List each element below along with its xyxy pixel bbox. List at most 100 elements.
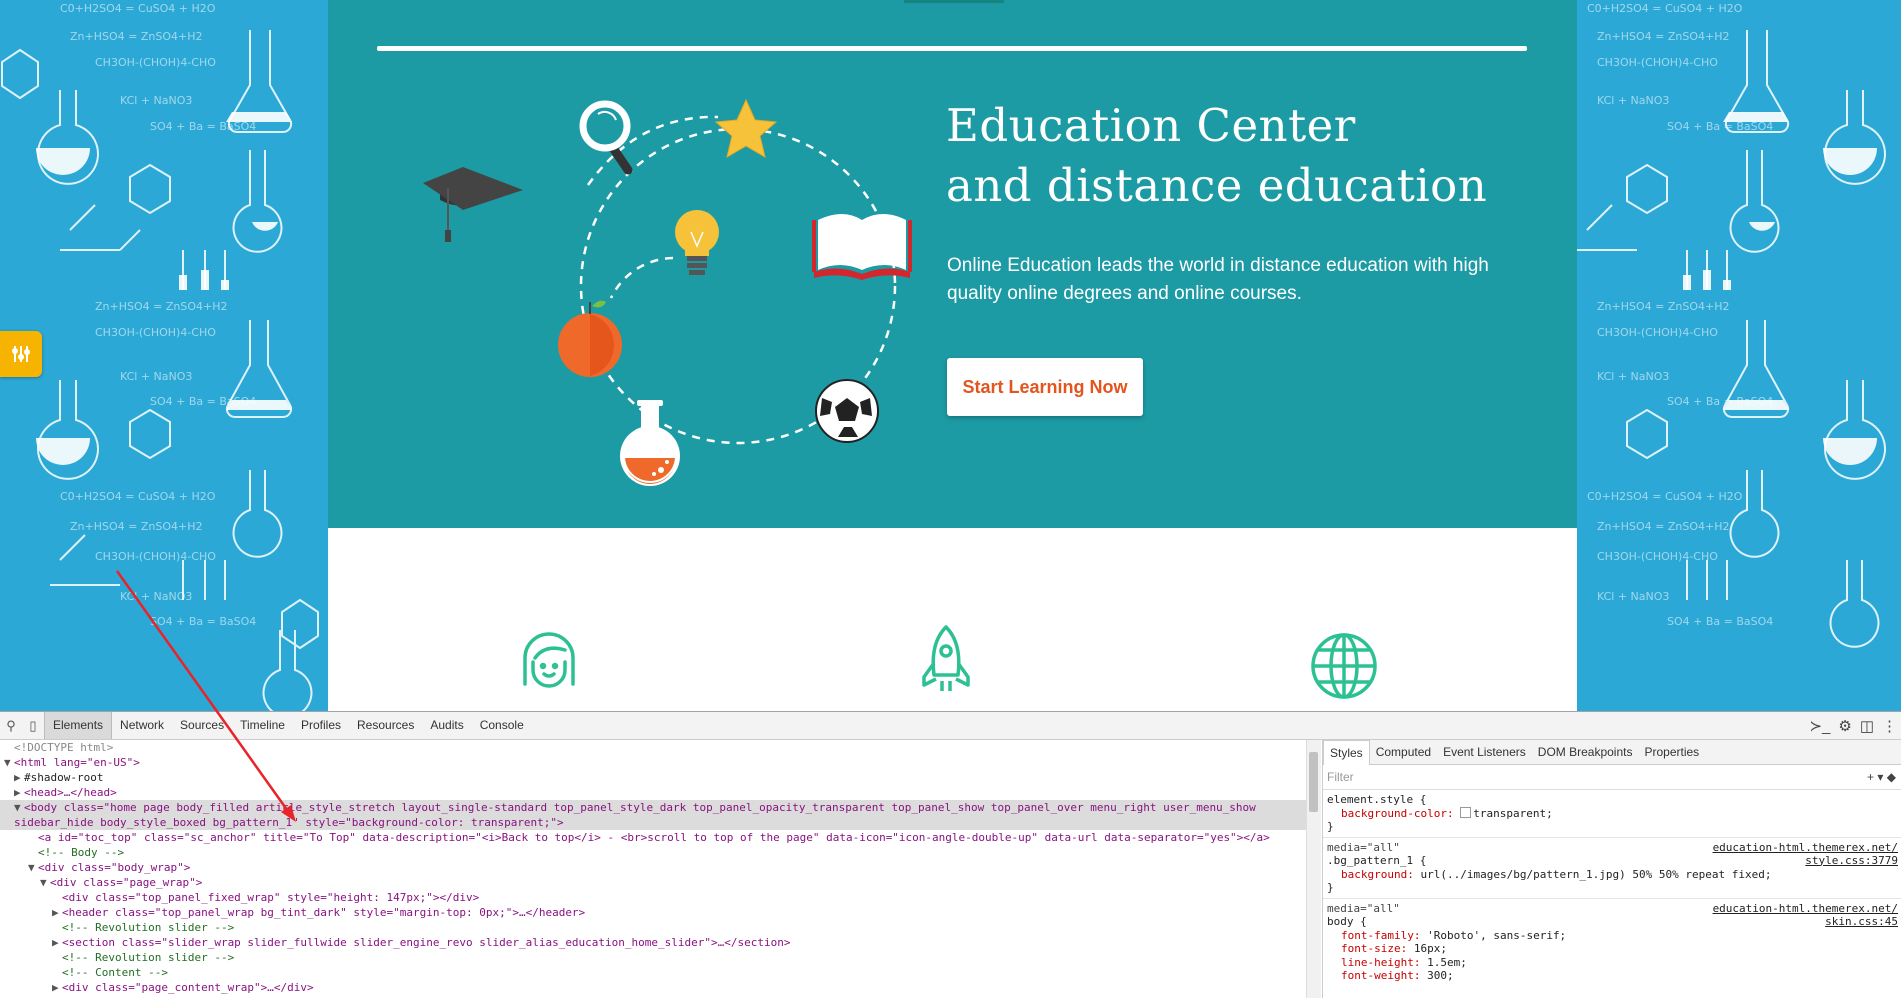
styles-filter-input[interactable]: Filter + ▾ ◆	[1323, 765, 1901, 790]
tab-sources[interactable]: Sources	[172, 712, 232, 739]
rule-source-link[interactable]: education-html.themerex.net/	[1713, 841, 1898, 855]
tab-console[interactable]: Console	[472, 712, 532, 739]
collapse-triangle-icon[interactable]: ▶	[52, 905, 62, 920]
svg-text:CH3OH-(CHOH)4-CHO: CH3OH-(CHOH)4-CHO	[1597, 550, 1718, 563]
tab-properties[interactable]: Properties	[1638, 740, 1705, 764]
tab-audits[interactable]: Audits	[422, 712, 471, 739]
background-pattern-left: C0+H2SO4 = CuSO4 + H2O Zn+HSO4 = ZnSO4+H…	[0, 0, 328, 711]
toggle-element-state-icon[interactable]: ◆	[1887, 770, 1896, 784]
svg-text:Zn+HSO4 = ZnSO4+H2: Zn+HSO4 = ZnSO4+H2	[1597, 300, 1729, 313]
girl-face-icon	[523, 632, 575, 688]
start-learning-button[interactable]: Start Learning Now	[947, 358, 1143, 416]
expand-triangle-icon[interactable]: ▼	[14, 800, 24, 815]
devtools-panel: ⚲ ▯ Elements Network Sources Timeline Pr…	[0, 711, 1901, 998]
console-drawer-icon[interactable]: ≻_	[1809, 717, 1830, 735]
svg-text:KCl + NaNO3: KCl + NaNO3	[1597, 370, 1669, 383]
tab-timeline[interactable]: Timeline	[232, 712, 293, 739]
new-rule-icon[interactable]: +	[1867, 770, 1874, 784]
rule-source-file[interactable]: style.css:3779	[1805, 854, 1898, 868]
css-property[interactable]: font-size: 16px;	[1327, 942, 1898, 956]
dom-node[interactable]: <a id="toc_top" class="sc_anchor" title=…	[0, 830, 1306, 845]
dom-node[interactable]: ▼ <html lang="en-US">	[0, 755, 1306, 770]
pin-icon[interactable]: ▾	[1877, 770, 1883, 784]
svg-text:CH3OH-(CHOH)4-CHO: CH3OH-(CHOH)4-CHO	[1597, 326, 1718, 339]
rule-close: }	[1327, 881, 1334, 894]
apple-icon	[558, 300, 622, 377]
soccer-ball-icon	[815, 379, 879, 443]
css-rule[interactable]: education-html.themerex.net/ media="all"…	[1323, 838, 1901, 899]
dom-node[interactable]: <!DOCTYPE html>	[0, 740, 1306, 755]
dock-icon[interactable]: ◫	[1860, 717, 1874, 735]
expand-triangle-icon[interactable]: ▼	[4, 755, 14, 770]
svg-text:C0+H2SO4 = CuSO4 + H2O: C0+H2SO4 = CuSO4 + H2O	[1587, 2, 1743, 15]
tab-event-listeners[interactable]: Event Listeners	[1437, 740, 1532, 764]
sliders-icon	[12, 346, 30, 362]
rule-selector: element.style {	[1327, 793, 1427, 806]
dom-comment[interactable]: <!-- Revolution slider -->	[0, 950, 1306, 965]
tab-network[interactable]: Network	[112, 712, 172, 739]
collapse-triangle-icon[interactable]: ▶	[14, 770, 24, 785]
gear-icon[interactable]: ⚙	[1838, 717, 1851, 735]
svg-text:CH3OH-(CHOH)4-CHO: CH3OH-(CHOH)4-CHO	[1597, 56, 1718, 69]
expand-triangle-icon[interactable]: ▼	[40, 875, 50, 890]
dom-comment[interactable]: <!-- Content -->	[0, 965, 1306, 980]
collapse-triangle-icon[interactable]: ▶	[14, 785, 24, 800]
dom-node-selected[interactable]: ▼ <body class="home page body_filled arti…	[0, 800, 1306, 830]
dom-node[interactable]: ▼ <div class="body_wrap">	[0, 860, 1306, 875]
device-mode-icon[interactable]: ▯	[22, 715, 44, 737]
dom-node[interactable]: ▶ <header class="top_panel_wrap bg_tint_d…	[0, 905, 1306, 920]
hero-title: Education Center and distance education	[946, 96, 1487, 216]
rule-source-link[interactable]: education-html.themerex.net/	[1713, 902, 1898, 916]
dom-node[interactable]: ▶ <head>…</head>	[0, 785, 1306, 800]
dom-node[interactable]: ▶ <div class="page_content_wrap">…</div>	[0, 980, 1306, 995]
scrollbar-thumb[interactable]	[1309, 752, 1318, 812]
svg-text:Zn+HSO4 = ZnSO4+H2: Zn+HSO4 = ZnSO4+H2	[1597, 30, 1729, 43]
svg-text:KCl + NaNO3: KCl + NaNO3	[120, 590, 192, 603]
chemistry-pattern-icon: C0+H2SO4 = CuSO4 + H2O Zn+HSO4 = ZnSO4+H…	[0, 2, 319, 711]
close-icon[interactable]: ⋮	[1882, 717, 1897, 735]
dom-node[interactable]: ▶ <section class="slider_wrap slider_full…	[0, 935, 1306, 950]
styles-pane: Styles Computed Event Listeners DOM Brea…	[1322, 739, 1901, 998]
settings-toggle-button[interactable]	[0, 331, 42, 377]
tab-computed[interactable]: Computed	[1370, 740, 1437, 764]
dom-node[interactable]: <div class="top_panel_fixed_wrap" style=…	[0, 890, 1306, 905]
devtools-toolbar: ⚲ ▯ Elements Network Sources Timeline Pr…	[0, 712, 1901, 740]
svg-text:KCl + NaNO3: KCl + NaNO3	[1597, 590, 1669, 603]
svg-text:C0+H2SO4 = CuSO4 + H2O: C0+H2SO4 = CuSO4 + H2O	[60, 490, 216, 503]
tab-elements[interactable]: Elements	[44, 712, 113, 739]
expand-triangle-icon[interactable]: ▼	[28, 860, 38, 875]
svg-text:SO4 + Ba = BaSO4: SO4 + Ba = BaSO4	[1667, 615, 1773, 628]
css-property[interactable]: background: url(../images/bg/pattern_1.j…	[1327, 868, 1898, 882]
svg-text:CH3OH-(CHOH)4-CHO: CH3OH-(CHOH)4-CHO	[95, 550, 216, 563]
css-property[interactable]: background-color: transparent;	[1327, 806, 1898, 821]
dom-comment[interactable]: <!-- Revolution slider -->	[0, 920, 1306, 935]
education-illustration	[423, 98, 912, 486]
flask-icon	[620, 400, 680, 486]
svg-text:Zn+HSO4 = ZnSO4+H2: Zn+HSO4 = ZnSO4+H2	[70, 520, 202, 533]
css-property[interactable]: font-weight: 300;	[1327, 969, 1898, 983]
css-rule[interactable]: education-html.themerex.net/ media="all"…	[1323, 899, 1901, 986]
css-property[interactable]: font-family: 'Roboto', sans-serif;	[1327, 929, 1898, 943]
rule-close: }	[1327, 820, 1334, 833]
rocket-icon	[922, 625, 970, 691]
filter-placeholder: Filter	[1327, 770, 1354, 784]
rule-source-file[interactable]: skin.css:45	[1825, 915, 1898, 929]
tab-resources[interactable]: Resources	[349, 712, 422, 739]
tab-profiles[interactable]: Profiles	[293, 712, 349, 739]
tab-dom-breakpoints[interactable]: DOM Breakpoints	[1532, 740, 1639, 764]
color-swatch-icon[interactable]	[1460, 806, 1472, 818]
dom-comment[interactable]: <!-- Body -->	[0, 845, 1306, 860]
dom-node[interactable]: ▼ <div class="page_wrap">	[0, 875, 1306, 890]
dom-node[interactable]: ▶ #shadow-root	[0, 770, 1306, 785]
css-property[interactable]: line-height: 1.5em;	[1327, 956, 1898, 970]
light-bulb-icon	[675, 210, 719, 275]
elements-scrollbar[interactable]	[1306, 740, 1321, 998]
svg-text:CH3OH-(CHOH)4-CHO: CH3OH-(CHOH)4-CHO	[95, 326, 216, 339]
elements-tree[interactable]: <!DOCTYPE html> ▼ <html lang="en-US"> ▶ #s…	[0, 740, 1306, 998]
tab-styles[interactable]: Styles	[1323, 739, 1370, 765]
collapse-triangle-icon[interactable]: ▶	[52, 980, 62, 995]
collapse-triangle-icon[interactable]: ▶	[52, 935, 62, 950]
inspect-icon[interactable]: ⚲	[0, 715, 22, 737]
css-rule[interactable]: element.style { background-color: transp…	[1323, 790, 1901, 838]
svg-text:Zn+HSO4 = ZnSO4+H2: Zn+HSO4 = ZnSO4+H2	[70, 30, 202, 43]
